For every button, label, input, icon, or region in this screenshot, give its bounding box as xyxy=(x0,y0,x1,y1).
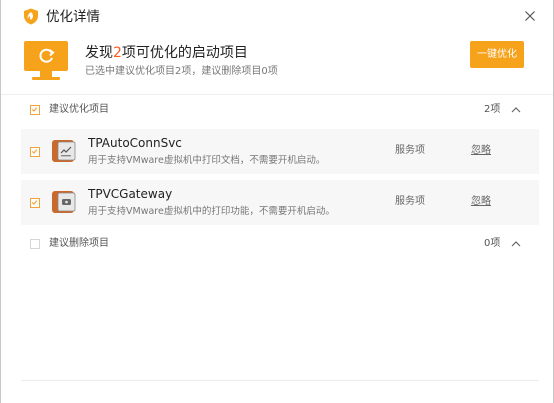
section-checkbox-optimize[interactable] xyxy=(30,105,40,115)
section-header-optimize[interactable]: 建议优化项目 2项 xyxy=(1,95,553,125)
item-checkbox[interactable] xyxy=(30,198,40,208)
shield-logo-icon xyxy=(24,8,38,25)
section-header-delete[interactable]: 建议删除项目 0项 xyxy=(1,229,553,259)
title-bar: 优化详情 xyxy=(1,0,553,32)
item-description: 用于支持VMware虚拟机中的打印功能，不需要开机启动。 xyxy=(88,206,335,217)
summary-header: 发现2项可优化的启动项目 已选中建议优化项目2项，建议删除项目0项 一键优化 xyxy=(1,32,553,95)
check-icon xyxy=(31,107,38,112)
close-button[interactable] xyxy=(522,8,538,24)
item-checkbox[interactable] xyxy=(30,147,40,157)
check-icon xyxy=(31,200,38,205)
ignore-link[interactable]: 忽略 xyxy=(471,144,491,158)
section-count-optimize: 2项 xyxy=(484,104,501,115)
section-label-delete: 建议删除项目 xyxy=(49,238,109,249)
summary-subline: 已选中建议优化项目2项，建议删除项目0项 xyxy=(85,66,278,77)
headline-count: 2 xyxy=(113,45,122,61)
item-name: TPAutoConnSvc xyxy=(88,136,182,150)
summary-headline: 发现2项可优化的启动项目 xyxy=(85,43,248,63)
item-type: 服务项 xyxy=(395,145,425,156)
service-icon xyxy=(52,140,76,162)
headline-suffix: 项可优化的启动项目 xyxy=(121,45,248,61)
section-checkbox-delete[interactable] xyxy=(30,239,40,249)
list-item: TPVCGateway 用于支持VMware虚拟机中的打印功能，不需要开机启动。… xyxy=(21,180,539,225)
item-name: TPVCGateway xyxy=(88,187,173,201)
check-icon xyxy=(31,149,38,154)
service-icon xyxy=(52,191,76,213)
section-label-optimize: 建议优化项目 xyxy=(49,104,109,115)
ignore-link[interactable]: 忽略 xyxy=(471,195,491,209)
monitor-optimize-icon xyxy=(24,41,68,80)
list-item: TPAutoConnSvc 用于支持VMware虚拟机中打印文档，不需要开机启动… xyxy=(21,129,539,174)
item-type: 服务项 xyxy=(395,196,425,207)
close-icon xyxy=(525,11,535,21)
chevron-up-icon[interactable] xyxy=(510,240,522,248)
one-click-optimize-button[interactable]: 一键优化 xyxy=(470,41,524,68)
section-count-delete: 0项 xyxy=(484,238,501,249)
chevron-up-icon[interactable] xyxy=(510,106,522,114)
window-title: 优化详情 xyxy=(46,9,100,25)
item-description: 用于支持VMware虚拟机中打印文档，不需要开机启动。 xyxy=(88,155,326,166)
headline-prefix: 发现 xyxy=(85,45,113,61)
footer-divider xyxy=(21,380,539,381)
optimize-details-window: 优化详情 发现2项可优化的启动项目 已选中建议优化项目2项，建议删除项目0项 一… xyxy=(0,0,554,403)
